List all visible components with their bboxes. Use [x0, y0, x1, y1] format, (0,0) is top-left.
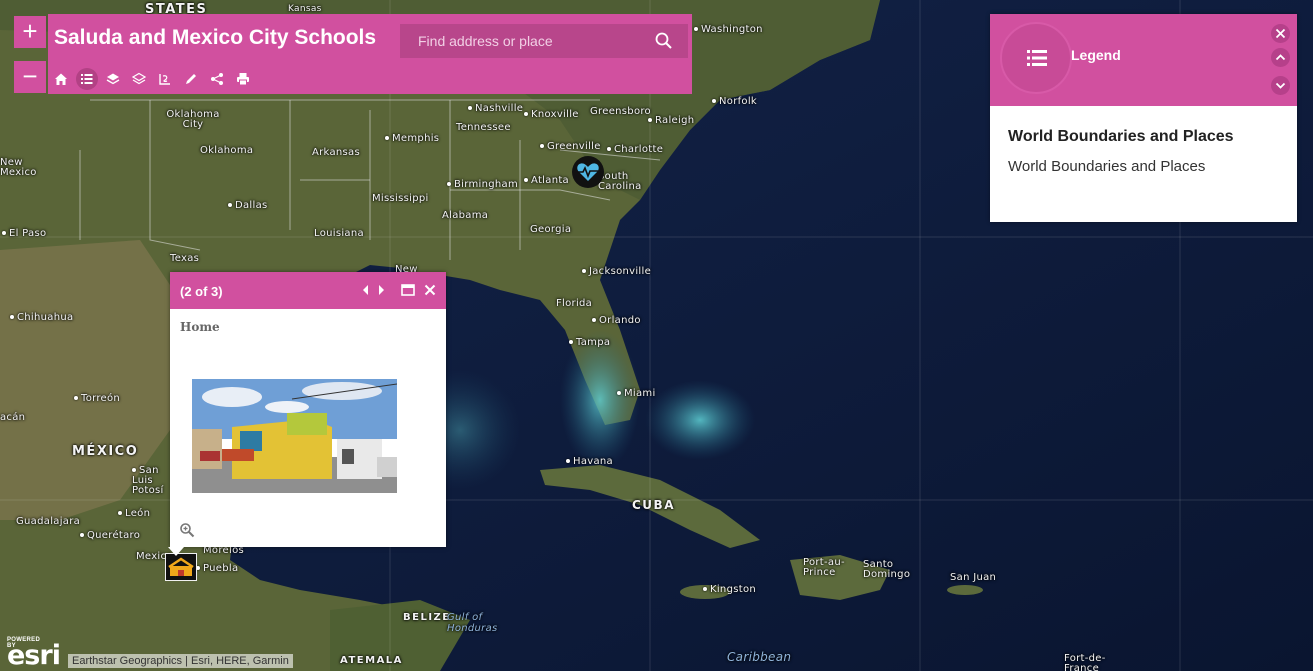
legend-icon[interactable]: [76, 68, 98, 90]
map-label: Florida: [556, 298, 593, 309]
map-label: Washington: [694, 24, 763, 35]
map-label: Puebla: [196, 563, 238, 574]
zoom-in-button[interactable]: +: [14, 16, 46, 48]
basemap-icon[interactable]: [102, 68, 124, 90]
home-icon[interactable]: [50, 68, 72, 90]
map-label: Santo Domingo: [863, 559, 911, 580]
legend-expand-button[interactable]: [1271, 76, 1290, 95]
maximize-icon[interactable]: [400, 282, 416, 298]
search-icon[interactable]: [654, 31, 674, 51]
map-label: Birmingham: [447, 179, 518, 190]
map-label: Texas: [170, 253, 200, 264]
map-label: acán: [0, 412, 26, 423]
map-label: Kansas: [288, 4, 322, 14]
map-label: Knoxville: [524, 109, 579, 120]
next-icon[interactable]: [373, 282, 389, 298]
feature-popup: (2 of 3) Home: [170, 272, 446, 547]
legend-layer-subtitle: World Boundaries and Places: [1008, 158, 1206, 175]
legend-header: Legend: [990, 14, 1297, 106]
map-label: Dallas: [228, 200, 268, 211]
map-label: Fort-de-France: [1064, 653, 1106, 671]
previous-icon[interactable]: [358, 282, 374, 298]
heart-marker-icon[interactable]: [572, 156, 604, 188]
legend-icon: [1000, 22, 1072, 94]
map-label: Norfolk: [712, 96, 757, 107]
zoom-to-icon[interactable]: [179, 522, 195, 538]
map-label: Nashville: [468, 103, 523, 114]
close-icon: [1275, 28, 1286, 39]
map-label: San Luis Potosí: [132, 466, 170, 496]
map-label: Guadalajara: [16, 516, 81, 527]
chevron-down-icon: [1275, 82, 1286, 89]
home-marker-icon[interactable]: [165, 553, 197, 581]
map-label: Orlando: [592, 315, 641, 326]
share-icon[interactable]: [206, 68, 228, 90]
zoom-out-button[interactable]: −: [14, 61, 46, 93]
map-label: Raleigh: [648, 115, 694, 126]
draw-icon[interactable]: [180, 68, 202, 90]
map-label: Caribbean: [727, 650, 792, 664]
measure-icon[interactable]: [154, 68, 176, 90]
map-label: Miami: [617, 388, 656, 399]
popup-title: Home: [180, 320, 220, 334]
chevron-up-icon: [1275, 54, 1286, 61]
map-label: Port-au-Prince: [803, 557, 845, 578]
legend-close-button[interactable]: [1271, 24, 1290, 43]
print-icon[interactable]: [232, 68, 254, 90]
map-label: Jacksonville: [582, 266, 651, 277]
map-label: Tennessee: [456, 122, 511, 133]
popup-pointer: [168, 547, 184, 556]
map-label: Tampa: [569, 337, 610, 348]
map-label: BELIZE: [403, 612, 451, 623]
toolbar: [50, 68, 258, 90]
close-icon[interactable]: [422, 282, 438, 298]
app-title: Saluda and Mexico City Schools: [54, 26, 377, 49]
legend-title: Legend: [1071, 47, 1121, 63]
map-label: Oklahoma City: [166, 109, 220, 130]
search-input[interactable]: [400, 24, 640, 58]
map-label: ATEMALA: [340, 655, 403, 666]
map-label: Greenville: [540, 141, 601, 152]
map-label: Charlotte: [607, 144, 663, 155]
map-attribution: Earthstar Geographics | Esri, HERE, Garm…: [68, 654, 293, 668]
legend-layer-title: World Boundaries and Places: [1008, 128, 1234, 145]
layers-icon[interactable]: [128, 68, 150, 90]
map-label: Louisiana: [314, 228, 364, 239]
map-label: Atlanta: [524, 175, 569, 186]
map-label: Querétaro: [80, 530, 140, 541]
popup-header: (2 of 3): [170, 272, 446, 309]
map-label: El Paso: [2, 228, 46, 239]
map-label: Mississippi: [372, 193, 429, 204]
map-label: Oklahoma: [200, 145, 254, 156]
esri-wordmark: esri: [7, 640, 61, 671]
map-label: Memphis: [385, 133, 439, 144]
map-label: San Juan: [950, 572, 997, 583]
legend-panel: Legend World Boundaries and Places World…: [990, 14, 1297, 222]
map-label: CUBA: [632, 498, 675, 512]
search-box[interactable]: [400, 24, 688, 58]
map-label: Havana: [566, 456, 613, 467]
map-label: Chihuahua: [10, 312, 73, 323]
app-header: Saluda and Mexico City Schools: [48, 14, 692, 94]
map-label: New Mexico: [0, 157, 37, 178]
map-label: Torreón: [74, 393, 120, 404]
map-label: Arkansas: [312, 147, 360, 158]
map-label: León: [118, 508, 150, 519]
map-label: South Carolina: [598, 171, 642, 192]
map-label: Georgia: [530, 224, 572, 235]
popup-feature-count: (2 of 3): [180, 284, 223, 299]
map-label: Greensboro: [590, 106, 651, 117]
map-label: Kingston: [703, 584, 756, 595]
legend-collapse-button[interactable]: [1271, 48, 1290, 67]
map-label: Alabama: [442, 210, 489, 221]
home-photo[interactable]: [192, 379, 397, 493]
map-label: MÉXICO: [72, 444, 139, 459]
map-label: Gulf of Honduras: [447, 612, 498, 634]
